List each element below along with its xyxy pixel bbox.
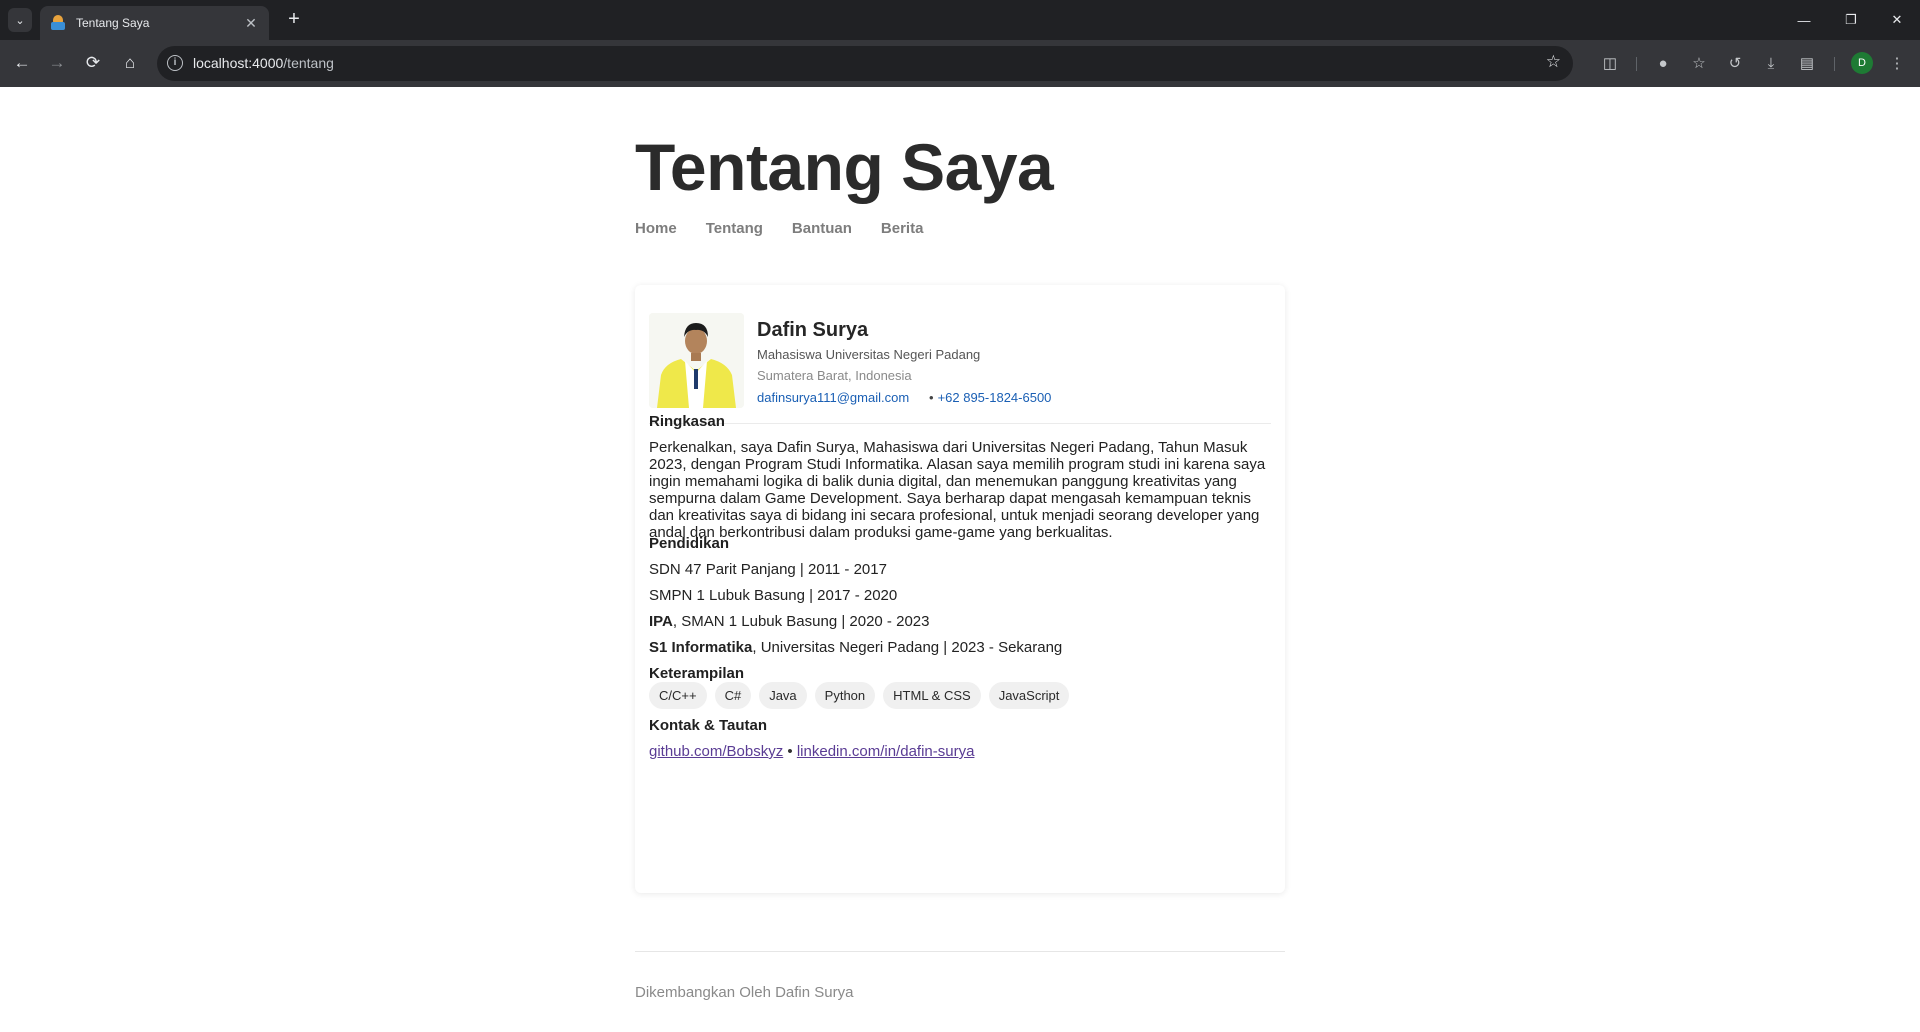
- header-divider: [649, 423, 1271, 424]
- skill-chip: JavaScript: [988, 682, 1070, 709]
- home-icon[interactable]: ⌂: [117, 50, 143, 76]
- nav-bantuan[interactable]: Bantuan: [792, 220, 852, 237]
- translate-icon[interactable]: ▤: [1796, 52, 1818, 74]
- menu-kebab-icon[interactable]: ⋮: [1886, 52, 1908, 74]
- favicon-icon: [50, 15, 66, 31]
- ringkasan-text: Perkenalkan, saya Dafin Surya, Mahasiswa…: [649, 439, 1266, 541]
- new-tab-icon[interactable]: +: [282, 8, 306, 32]
- profile-name: Dafin Surya: [757, 319, 869, 341]
- url-host: localhost:4000: [193, 55, 284, 71]
- education-item: IPA, SMAN 1 Lubuk Basung | 2020 - 2023: [649, 613, 930, 630]
- skill-chip: Python: [814, 682, 876, 709]
- browser-tab-bar: ⌄ Tentang Saya ✕ + — ❐ ✕: [0, 0, 1920, 40]
- linkedin-link[interactable]: linkedin.com/in/dafin-surya: [797, 743, 975, 760]
- profile-role: Mahasiswa Universitas Negeri Padang: [757, 347, 981, 362]
- restore-icon[interactable]: ❐: [1828, 0, 1874, 40]
- link-separator: •: [787, 743, 793, 760]
- site-info-icon[interactable]: i: [167, 55, 183, 71]
- profile-card: Dafin Surya Mahasiswa Universitas Negeri…: [635, 285, 1285, 893]
- education-item: SMPN 1 Lubuk Basung | 2017 - 2020: [649, 587, 898, 604]
- section-title-ringkasan: Ringkasan: [649, 413, 725, 430]
- nav-tentang[interactable]: Tentang: [706, 220, 763, 237]
- favorites-icon[interactable]: ☆: [1688, 52, 1710, 74]
- browser-toolbar: ← → ⟳ ⌂ i localhost:4000/tentang ☆ ◫ ● ☆…: [0, 40, 1920, 87]
- tab-close-icon[interactable]: ✕: [243, 15, 259, 32]
- minimize-icon[interactable]: —: [1781, 0, 1827, 40]
- history-icon[interactable]: ↺: [1724, 52, 1746, 74]
- incognito-icon[interactable]: ●: [1652, 52, 1674, 74]
- site-nav: Home Tentang Bantuan Berita: [635, 220, 952, 237]
- section-title-pendidikan: Pendidikan: [649, 535, 730, 552]
- tab-search-chevron-icon[interactable]: ⌄: [8, 8, 32, 32]
- window-close-icon[interactable]: ✕: [1874, 0, 1920, 40]
- phone-link[interactable]: • +62 895-1824-6500: [929, 390, 1051, 405]
- downloads-icon[interactable]: ⤓: [1760, 52, 1782, 74]
- skill-chip: HTML & CSS: [883, 682, 981, 709]
- back-icon[interactable]: ←: [9, 50, 35, 76]
- nav-berita[interactable]: Berita: [881, 220, 924, 237]
- skills-list: C/C++ C# Java Python HTML & CSS JavaScri…: [649, 682, 1077, 709]
- nav-home[interactable]: Home: [635, 220, 677, 237]
- reload-icon[interactable]: ⟳: [80, 50, 106, 76]
- bookmark-star-icon[interactable]: ☆: [1546, 52, 1561, 72]
- phone-number: +62 895-1824-6500: [937, 390, 1052, 405]
- page: Tentang Saya Home Tentang Bantuan Berita…: [0, 87, 1920, 1032]
- profile-photo: [649, 313, 744, 408]
- skill-chip: C/C++: [649, 682, 707, 709]
- phone-separator: •: [929, 390, 934, 405]
- address-bar[interactable]: i localhost:4000/tentang ☆: [157, 46, 1573, 81]
- contact-links: github.com/Bobskyz • linkedin.com/in/daf…: [649, 743, 974, 760]
- url-path: /tentang: [283, 55, 334, 71]
- footer-divider: [635, 951, 1285, 952]
- forward-icon[interactable]: →: [44, 50, 70, 76]
- profile-avatar[interactable]: D: [1851, 52, 1873, 74]
- section-title-keterampilan: Keterampilan: [649, 665, 745, 682]
- section-title-kontak: Kontak & Tautan: [649, 717, 768, 734]
- github-link[interactable]: github.com/Bobskyz: [649, 743, 783, 760]
- skill-chip: Java: [759, 682, 807, 709]
- url-text[interactable]: localhost:4000/tentang: [193, 55, 334, 71]
- extensions-icon[interactable]: ◫: [1599, 52, 1621, 74]
- site-title: Tentang Saya: [635, 130, 1054, 204]
- skill-chip: C#: [714, 682, 752, 709]
- toolbar-separator: [1834, 57, 1835, 71]
- browser-tab[interactable]: Tentang Saya ✕: [40, 6, 269, 40]
- profile-location: Sumatera Barat, Indonesia: [757, 368, 912, 383]
- education-item: SDN 47 Parit Panjang | 2011 - 2017: [649, 561, 887, 578]
- email-link[interactable]: dafinsurya111@gmail.com: [757, 390, 909, 405]
- tab-title: Tentang Saya: [76, 16, 150, 30]
- footer-text: Dikembangkan Oleh Dafin Surya: [635, 984, 854, 1001]
- education-item: S1 Informatika, Universitas Negeri Padan…: [649, 639, 1063, 656]
- toolbar-separator: [1636, 57, 1637, 71]
